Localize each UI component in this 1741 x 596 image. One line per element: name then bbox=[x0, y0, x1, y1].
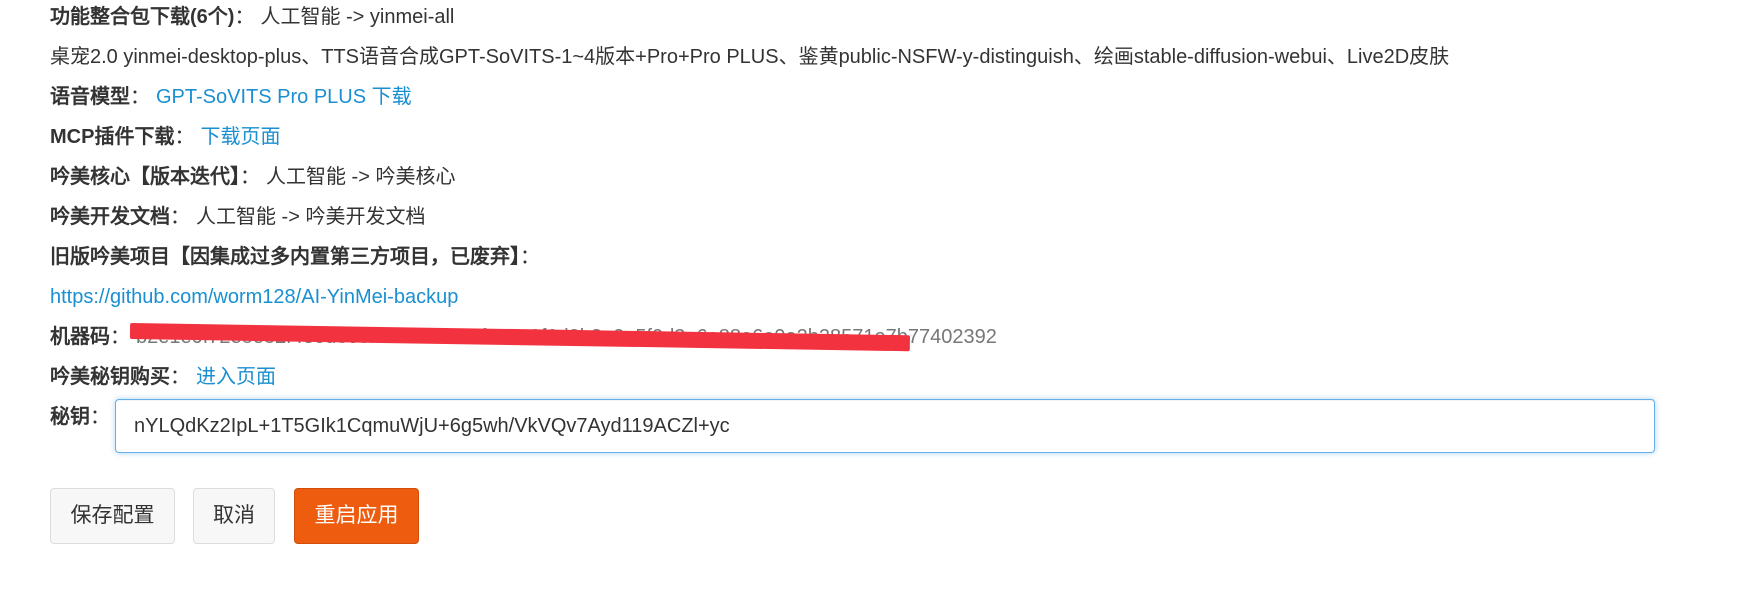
colon: ： bbox=[130, 86, 150, 108]
colon: ： bbox=[174, 126, 195, 148]
yinmei-core-label: 吟美核心【版本迭代】 bbox=[50, 166, 240, 188]
buy-key-page-link[interactable]: 进入页面 bbox=[196, 366, 276, 388]
machine-code-label: 机器码 bbox=[50, 326, 110, 348]
voice-model-row: 语音模型： GPT-SoVITS Pro PLUS 下载 bbox=[50, 81, 412, 113]
colon: ： bbox=[170, 206, 190, 228]
colon: ： bbox=[520, 246, 540, 268]
save-config-button[interactable]: 保存配置 bbox=[50, 488, 175, 544]
buy-key-label: 吟美秘钥购买 bbox=[50, 366, 170, 388]
bundle-description: 桌宠2.0 yinmei-desktop-plus、TTS语音合成GPT-SoV… bbox=[50, 46, 1450, 68]
bundle-download-path: 人工智能 -> yinmei-all bbox=[260, 6, 455, 28]
old-project-link-row: https://github.com/worm128/AI-YinMei-bac… bbox=[50, 281, 458, 313]
bundle-download-label: 功能整合包下载(6个) bbox=[50, 6, 235, 28]
bundle-description-row: 桌宠2.0 yinmei-desktop-plus、TTS语音合成GPT-SoV… bbox=[50, 41, 1449, 73]
voice-model-label: 语音模型 bbox=[50, 86, 130, 108]
cancel-button[interactable]: 取消 bbox=[193, 488, 275, 544]
voice-model-download-link[interactable]: GPT-SoVITS Pro PLUS 下载 bbox=[156, 86, 412, 108]
bundle-download-row: 功能整合包下载(6个)： 人工智能 -> yinmei-all bbox=[50, 1, 454, 33]
secret-key-input[interactable] bbox=[115, 399, 1655, 453]
yinmei-core-path: 人工智能 -> 吟美核心 bbox=[266, 166, 456, 188]
mcp-plugin-label: MCP插件下载 bbox=[50, 126, 175, 148]
secret-key-row: 秘钥： bbox=[50, 401, 116, 433]
mcp-download-page-link[interactable]: 下载页面 bbox=[200, 126, 280, 148]
colon: ： bbox=[110, 326, 130, 348]
dev-docs-path: 人工智能 -> 吟美开发文档 bbox=[196, 206, 426, 228]
old-project-row: 旧版吟美项目【因集成过多内置第三方项目，已废弃】： bbox=[50, 241, 546, 273]
dev-docs-row: 吟美开发文档： 人工智能 -> 吟美开发文档 bbox=[50, 201, 425, 233]
colon: ： bbox=[240, 166, 260, 188]
restart-app-button[interactable]: 重启应用 bbox=[294, 488, 419, 544]
mcp-plugin-row: MCP插件下载： 下载页面 bbox=[50, 121, 280, 153]
dev-docs-label: 吟美开发文档 bbox=[50, 206, 170, 228]
buy-key-row: 吟美秘钥购买： 进入页面 bbox=[50, 361, 276, 393]
secret-key-label: 秘钥 bbox=[50, 406, 90, 428]
old-project-github-link[interactable]: https://github.com/worm128/AI-YinMei-bac… bbox=[50, 286, 458, 308]
colon: ： bbox=[170, 366, 190, 388]
old-project-label: 旧版吟美项目【因集成过多内置第三方项目，已废弃】 bbox=[50, 246, 520, 268]
yinmei-core-row: 吟美核心【版本迭代】： 人工智能 -> 吟美核心 bbox=[50, 161, 455, 193]
colon: ： bbox=[90, 406, 110, 428]
colon: ： bbox=[234, 6, 255, 28]
